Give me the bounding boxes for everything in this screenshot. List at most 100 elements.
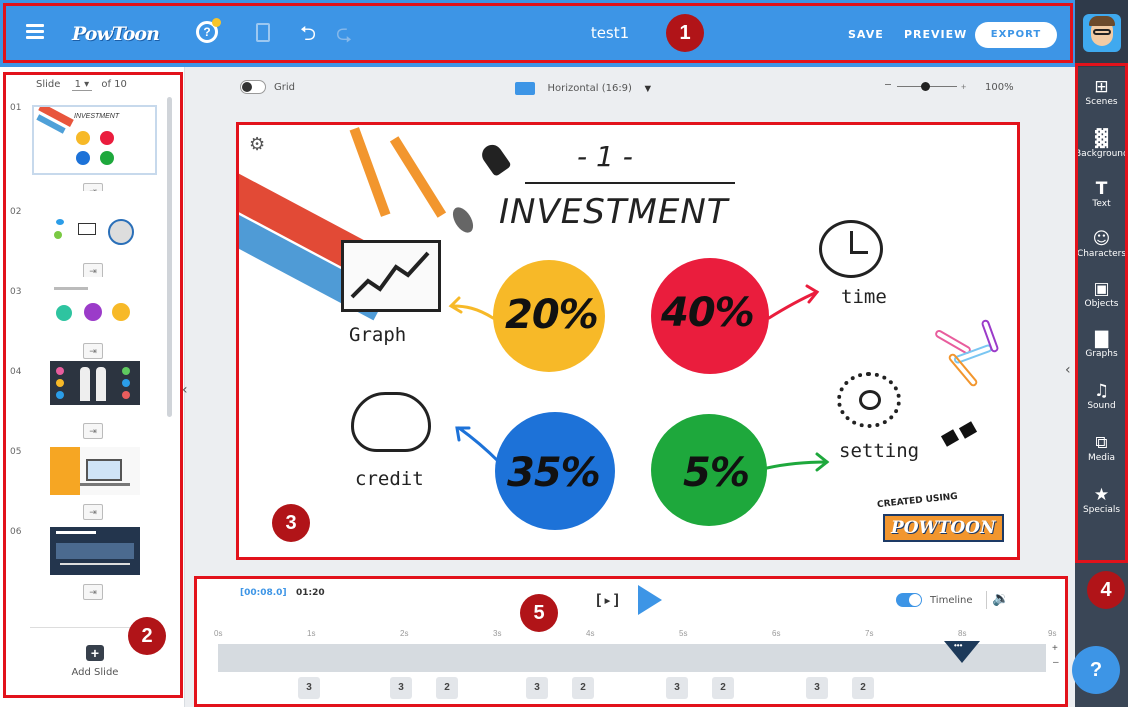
thumbnail-number: 05	[10, 447, 22, 457]
timeline-track[interactable]	[218, 644, 1046, 672]
thumbnail-title: INVESTMENT	[74, 113, 120, 120]
tick-label: 0s	[214, 629, 223, 638]
slide-canvas[interactable]: ⚙ - 1 - INVESTMENT Graph time credit set…	[237, 122, 1019, 560]
add-slide-icon: +	[86, 645, 104, 661]
project-title[interactable]: test1	[560, 24, 660, 42]
timeline-toggle[interactable]	[896, 593, 922, 607]
slide-number-dropdown[interactable]: 1 ▾	[71, 79, 93, 91]
timeline-element-chip[interactable]: 2	[436, 677, 458, 699]
media-button[interactable]: ⧉ Media	[1075, 433, 1128, 464]
undo-icon[interactable]: ⮌	[300, 22, 316, 44]
tick-label: 6s	[772, 629, 781, 638]
slide-transition-button[interactable]: ⇥	[83, 584, 103, 600]
scenes-button[interactable]: ⊞ Scenes	[1075, 77, 1128, 108]
playhead-marker-label: •••	[954, 641, 963, 650]
slide-thumbnail-5[interactable]	[50, 447, 140, 495]
export-button[interactable]: EXPORT	[975, 22, 1057, 48]
text-button[interactable]: T Text	[1075, 179, 1128, 210]
characters-button[interactable]: ☺ Characters	[1075, 229, 1128, 260]
characters-label: Characters	[1076, 249, 1127, 259]
collapse-right-icon[interactable]: ‹	[1065, 362, 1071, 378]
thumbnail-number: 06	[10, 527, 22, 537]
specials-button[interactable]: ★ Specials	[1075, 485, 1128, 516]
slide-transition-button[interactable]: ⇥	[83, 504, 103, 520]
chevron-down-icon: ▼	[642, 82, 654, 95]
redo-icon[interactable]: ⮎	[336, 22, 352, 44]
annotation-badge-3: 3	[272, 504, 310, 542]
thumbnail-number: 01	[10, 103, 22, 113]
tick-label: 7s	[865, 629, 874, 638]
slide-transition-button[interactable]: ⇥	[83, 423, 103, 439]
sound-button[interactable]: ♫ Sound	[1075, 381, 1128, 412]
grid-label: Grid	[274, 82, 295, 93]
timeline-toggle-label: Timeline	[930, 595, 973, 606]
timeline-zoom-out-icon[interactable]: –	[1053, 657, 1059, 668]
collapse-left-icon[interactable]: ‹	[182, 382, 188, 398]
total-time: 01:20	[296, 588, 325, 598]
timeline-element-chip[interactable]: 3	[806, 677, 828, 699]
media-label: Media	[1087, 453, 1116, 463]
aspect-ratio-selector[interactable]: Horizontal (16:9) ▼	[515, 80, 654, 96]
powtoon-watermark-logo: POWTOON	[883, 514, 1004, 542]
right-toolbar: ⊞ Scenes ▓ Background T Text ☺ Characters ▣ O…	[1075, 67, 1128, 707]
text-label: Text	[1092, 199, 1111, 209]
tick-label: 3s	[493, 629, 502, 638]
specials-icon: ★	[1093, 485, 1110, 505]
arrows-overlay	[448, 284, 830, 472]
timeline-element-chip[interactable]: 3	[526, 677, 548, 699]
volume-icon[interactable]: 🔉	[992, 591, 1009, 607]
avatar[interactable]	[1083, 14, 1121, 52]
annotation-badge-1: 1	[666, 14, 704, 52]
add-slide-label: Add Slide	[71, 667, 119, 678]
thumbnail-number: 03	[10, 287, 22, 297]
scenes-icon: ⊞	[1094, 77, 1109, 97]
timeline-divider	[986, 591, 987, 609]
slide-total: of 10	[101, 79, 127, 90]
timeline-element-chip[interactable]: 3	[666, 677, 688, 699]
timeline-element-chip[interactable]: 2	[852, 677, 874, 699]
slide-thumbnail-6[interactable]	[50, 527, 140, 575]
tick-label: 8s	[958, 629, 967, 638]
play-from-here-button[interactable]: [▸]	[594, 591, 621, 609]
timeline-element-chip[interactable]: 3	[390, 677, 412, 699]
objects-icon: ▣	[1093, 279, 1110, 299]
aspect-icon	[515, 82, 535, 96]
notes-icon[interactable]	[256, 23, 270, 42]
timeline-element-chip[interactable]: 2	[712, 677, 734, 699]
thumbnail-number: 04	[10, 367, 22, 377]
preview-button[interactable]: PREVIEW	[904, 28, 967, 41]
slide-thumbnail-3[interactable]	[32, 277, 157, 347]
slide-transition-button[interactable]: ⇥	[83, 343, 103, 359]
annotation-badge-4: 4	[1087, 571, 1125, 609]
text-icon: T	[1095, 179, 1108, 199]
graphs-icon: ▇	[1094, 329, 1109, 349]
zoom-slider[interactable]: +	[885, 80, 966, 94]
scenes-label: Scenes	[1085, 97, 1118, 107]
graphs-button[interactable]: ▇ Graphs	[1075, 329, 1128, 360]
slides-scrollbar[interactable]	[167, 97, 172, 417]
timeline-zoom-in-icon[interactable]: +	[1052, 643, 1058, 654]
thumbnail-number: 02	[10, 207, 22, 217]
sound-label: Sound	[1087, 401, 1116, 411]
powtoon-logo[interactable]: PowToon	[72, 20, 160, 48]
timeline-element-chip[interactable]: 2	[572, 677, 594, 699]
help-bulb-icon[interactable]: ?	[196, 18, 221, 43]
zoom-value: 100%	[985, 82, 1014, 93]
help-button[interactable]: ?	[1072, 646, 1120, 694]
slide-thumbnail-2[interactable]	[32, 191, 157, 261]
add-slide-button[interactable]: + Add Slide	[60, 645, 130, 678]
slide-thumbnail-4[interactable]	[50, 361, 140, 405]
objects-button[interactable]: ▣ Objects	[1075, 279, 1128, 310]
slide-thumbnail-1[interactable]: INVESTMENT	[32, 105, 157, 175]
logo-text: PowToon	[72, 23, 160, 45]
menu-icon[interactable]	[26, 24, 44, 40]
save-button[interactable]: SAVE	[848, 28, 884, 41]
help-label: ?	[1089, 659, 1103, 681]
background-button[interactable]: ▓ Background	[1075, 129, 1128, 160]
tick-label: 1s	[307, 629, 316, 638]
play-button[interactable]	[638, 585, 662, 615]
grid-toggle[interactable]	[240, 80, 266, 94]
timeline-element-chip[interactable]: 3	[298, 677, 320, 699]
media-icon: ⧉	[1095, 433, 1108, 453]
sound-icon: ♫	[1093, 381, 1110, 401]
